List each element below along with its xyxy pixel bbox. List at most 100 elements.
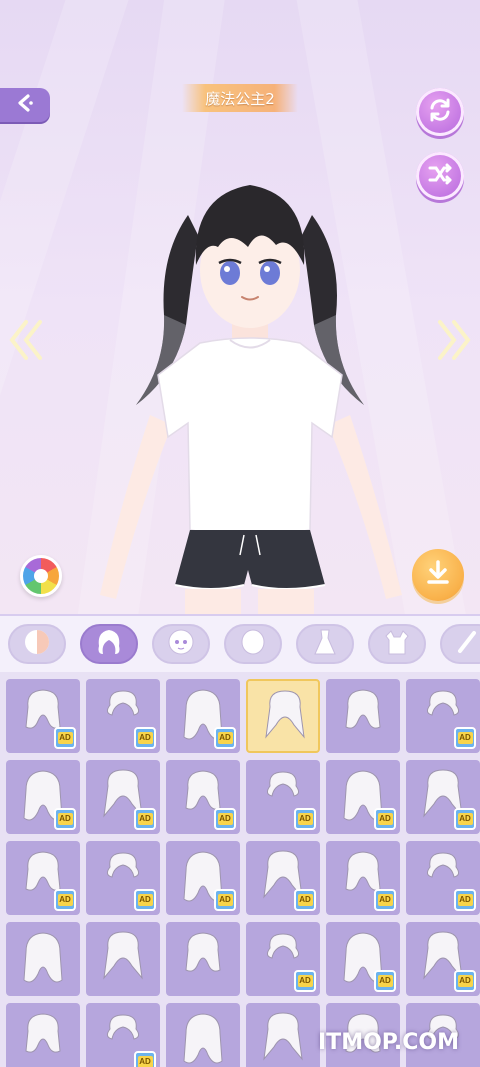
tab-hair[interactable] (80, 624, 138, 664)
ad-badge-label: AD (297, 975, 313, 987)
hair-thumbnail-icon (185, 932, 221, 972)
ad-badge: AD (374, 889, 396, 911)
back-button[interactable] (0, 88, 50, 122)
ad-badge-label: AD (137, 813, 153, 825)
more-icon (454, 627, 480, 662)
ad-badge-label: AD (297, 813, 313, 825)
hairstyle-item-selected[interactable] (246, 679, 320, 753)
hairstyle-item[interactable] (246, 1003, 320, 1067)
ad-badge-label: AD (377, 894, 393, 906)
ad-badge-label: AD (457, 732, 473, 744)
hairstyle-item[interactable]: AD (326, 760, 400, 834)
hairstyle-item[interactable] (166, 922, 240, 996)
ad-badge-label: AD (217, 732, 233, 744)
hairstyle-grid: AD AD AD AD AD AD AD AD AD AD AD AD AD AD AD AD AD AD AD AD (0, 672, 480, 1067)
hair-thumbnail-icon (25, 1013, 61, 1053)
ad-badge-label: AD (137, 732, 153, 744)
hairstyle-item[interactable]: AD (86, 679, 160, 753)
hairstyle-item[interactable]: AD (6, 760, 80, 834)
hair-thumbnail-icon (23, 932, 63, 983)
ad-badge: AD (294, 808, 316, 830)
hairstyle-item[interactable]: AD (166, 760, 240, 834)
hairstyle-item[interactable]: AD (406, 922, 480, 996)
hairstyle-item[interactable]: AD (86, 1003, 160, 1067)
tab-head[interactable] (224, 624, 282, 664)
hairstyle-item[interactable]: AD (246, 922, 320, 996)
tab-face[interactable] (152, 624, 210, 664)
ad-badge-label: AD (57, 894, 73, 906)
ad-badge: AD (214, 808, 236, 830)
skin-tone-icon (22, 627, 52, 662)
hairstyle-item[interactable]: AD (6, 841, 80, 915)
hairstyle-item[interactable] (326, 679, 400, 753)
hair-thumbnail-icon (345, 689, 381, 729)
back-arrow-icon (14, 92, 36, 119)
watermark: ITMOP.COM (318, 1030, 459, 1055)
head-icon (238, 627, 268, 662)
hairstyle-item[interactable] (166, 1003, 240, 1067)
page-title: 魔法公主2 (205, 89, 275, 108)
hair-icon (93, 626, 125, 663)
tab-more[interactable] (440, 624, 480, 664)
hairstyle-item[interactable]: AD (86, 841, 160, 915)
ad-badge-label: AD (377, 975, 393, 987)
ad-badge: AD (454, 970, 476, 992)
hair-thumbnail-icon (183, 1013, 223, 1064)
ad-badge-label: AD (457, 813, 473, 825)
ad-badge: AD (214, 727, 236, 749)
random-button[interactable] (416, 152, 464, 200)
ad-badge: AD (214, 889, 236, 911)
hairstyle-item[interactable]: AD (406, 841, 480, 915)
hairstyle-item[interactable] (6, 1003, 80, 1067)
ad-badge-label: AD (217, 894, 233, 906)
character-title-banner: 魔法公主2 (182, 84, 298, 112)
hair-thumbnail-icon (263, 1012, 303, 1061)
ad-badge: AD (294, 970, 316, 992)
download-icon (423, 558, 453, 593)
tab-dress[interactable] (296, 624, 354, 664)
character-preview (80, 175, 420, 615)
hairstyle-item[interactable]: AD (6, 679, 80, 753)
tab-skin[interactable] (8, 624, 66, 664)
ad-badge: AD (374, 808, 396, 830)
category-tab-bar (0, 614, 480, 672)
ad-badge-label: AD (57, 732, 73, 744)
ad-badge-label: AD (297, 894, 313, 906)
top-icon (382, 627, 412, 662)
next-character-button[interactable] (434, 319, 474, 364)
hairstyle-item[interactable]: AD (246, 841, 320, 915)
ad-badge: AD (454, 808, 476, 830)
color-wheel-icon[interactable] (20, 555, 62, 597)
ad-badge: AD (54, 808, 76, 830)
hairstyle-item[interactable]: AD (326, 922, 400, 996)
ad-badge-label: AD (137, 894, 153, 906)
ad-badge-label: AD (137, 1056, 153, 1067)
face-icon (166, 627, 196, 662)
tab-top[interactable] (368, 624, 426, 664)
prev-character-button[interactable] (6, 318, 46, 367)
ad-badge: AD (134, 889, 156, 911)
shuffle-icon (425, 159, 455, 194)
reset-button[interactable] (416, 88, 464, 136)
hairstyle-item[interactable]: AD (246, 760, 320, 834)
hairstyle-item[interactable] (6, 922, 80, 996)
ad-badge: AD (374, 970, 396, 992)
hairstyle-item[interactable]: AD (86, 760, 160, 834)
refresh-icon (425, 95, 455, 130)
dress-icon (310, 627, 340, 662)
ad-badge-label: AD (457, 894, 473, 906)
hairstyle-item[interactable]: AD (406, 760, 480, 834)
hairstyle-item[interactable] (86, 922, 160, 996)
ad-badge: AD (134, 1051, 156, 1067)
download-button[interactable] (412, 549, 464, 601)
hair-thumbnail-icon (265, 690, 305, 739)
hairstyle-item[interactable]: AD (166, 841, 240, 915)
hairstyle-item[interactable]: AD (326, 841, 400, 915)
ad-badge: AD (134, 727, 156, 749)
hairstyle-item[interactable]: AD (406, 679, 480, 753)
ad-badge: AD (454, 889, 476, 911)
ad-badge: AD (54, 889, 76, 911)
hair-thumbnail-icon (103, 931, 143, 980)
chevron-double-left-icon (8, 318, 44, 367)
hairstyle-item[interactable]: AD (166, 679, 240, 753)
